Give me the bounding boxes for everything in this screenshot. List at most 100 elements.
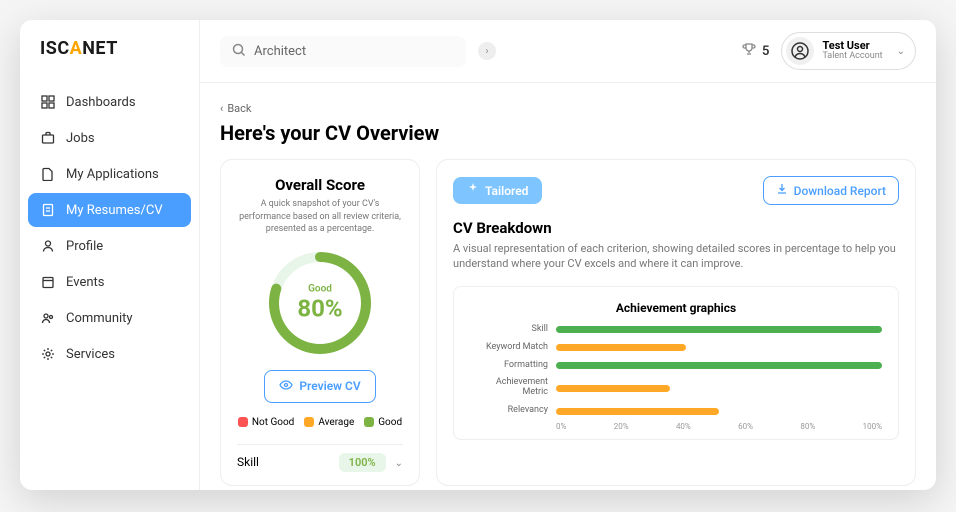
- logo: ISCANET: [20, 20, 199, 77]
- search-box[interactable]: [220, 36, 466, 67]
- briefcase-icon: [40, 130, 56, 146]
- chart-bar-fill: [556, 362, 882, 369]
- page-title: Here's your CV Overview: [220, 121, 916, 145]
- breakdown-title: CV Breakdown: [453, 219, 899, 237]
- points-badge[interactable]: 5: [742, 42, 769, 60]
- score-legend: Not Good Average Good: [237, 417, 403, 428]
- sidebar-item-label: Dashboards: [66, 95, 136, 110]
- axis-tick: 100%: [863, 422, 882, 431]
- score-gauge: Good 80%: [265, 248, 375, 358]
- gauge-pct: 80%: [297, 294, 342, 322]
- logo-accent: A: [70, 38, 83, 59]
- nav: Dashboards Jobs My Applications My Resum…: [20, 77, 199, 379]
- score-desc: A quick snapshot of your CV's performanc…: [237, 198, 403, 236]
- eye-icon: [279, 378, 293, 395]
- search-icon: [232, 42, 246, 61]
- sidebar-item-applications[interactable]: My Applications: [28, 157, 191, 191]
- breakdown-desc: A visual representation of each criterio…: [453, 241, 899, 272]
- legend-average: Average: [304, 417, 354, 428]
- app-window: ISCANET Dashboards Jobs My Applications …: [20, 20, 936, 490]
- axis-tick: 0%: [556, 422, 566, 431]
- user-info: Test User Talent Account: [822, 40, 882, 62]
- axis-tick: 60%: [738, 422, 753, 431]
- skill-label: Skill: [237, 455, 259, 469]
- document-icon: [40, 202, 56, 218]
- skill-expand-row[interactable]: Skill 100% ⌄: [237, 444, 403, 469]
- gauge-label: Good: [297, 283, 342, 294]
- user-role: Talent Account: [822, 52, 882, 62]
- chart-bar-row: Relevancy: [470, 406, 882, 416]
- user-icon: [40, 238, 56, 254]
- sidebar-item-label: My Applications: [66, 167, 159, 182]
- chart-bar-fill: [556, 385, 670, 392]
- preview-cv-button[interactable]: Preview CV: [264, 370, 375, 403]
- grid-icon: [40, 94, 56, 110]
- gear-icon: [40, 346, 56, 362]
- search-input[interactable]: [254, 44, 454, 59]
- panels: Overall Score A quick snapshot of your C…: [220, 159, 916, 486]
- chart-bar-label: Relevancy: [470, 406, 548, 416]
- sidebar-item-label: My Resumes/CV: [66, 203, 163, 218]
- logo-text-2: NET: [82, 38, 118, 59]
- sidebar-item-label: Events: [66, 275, 104, 290]
- sidebar: ISCANET Dashboards Jobs My Applications …: [20, 20, 200, 490]
- breakdown-chart: Achievement graphics Skill Keyword Match F…: [453, 286, 899, 440]
- chart-bar-label: Keyword Match: [470, 343, 548, 353]
- download-icon: [776, 183, 788, 198]
- axis-tick: 40%: [676, 422, 691, 431]
- chart-bar-label: Formatting: [470, 361, 548, 371]
- sparkle-icon: [467, 183, 479, 198]
- tailored-pill[interactable]: Tailored: [453, 177, 542, 204]
- clear-search-button[interactable]: ›: [478, 42, 496, 60]
- sidebar-item-label: Profile: [66, 239, 103, 254]
- axis-tick: 20%: [614, 422, 629, 431]
- chart-bar-fill: [556, 344, 686, 351]
- main: › 5 Test User Talent Account ⌄ ‹: [200, 20, 936, 490]
- chart-bar-row: Skill: [470, 325, 882, 335]
- skill-pct: 100%: [339, 453, 386, 472]
- trophy-icon: [742, 42, 756, 60]
- overall-score-card: Overall Score A quick snapshot of your C…: [220, 159, 420, 486]
- sidebar-item-resumes[interactable]: My Resumes/CV: [28, 193, 191, 227]
- chevron-left-icon: ‹: [220, 102, 223, 115]
- sidebar-item-community[interactable]: Community: [28, 301, 191, 335]
- axis-tick: 80%: [800, 422, 815, 431]
- chart-bar-label: Achievement Metric: [470, 378, 548, 398]
- user-menu[interactable]: Test User Talent Account ⌄: [781, 32, 916, 70]
- users-icon: [40, 310, 56, 326]
- sidebar-item-label: Jobs: [66, 131, 95, 146]
- legend-not-good: Not Good: [238, 417, 294, 428]
- sidebar-item-profile[interactable]: Profile: [28, 229, 191, 263]
- sidebar-item-jobs[interactable]: Jobs: [28, 121, 191, 155]
- chart-title: Achievement graphics: [470, 301, 882, 315]
- calendar-icon: [40, 274, 56, 290]
- tailored-label: Tailored: [485, 184, 528, 198]
- score-title: Overall Score: [237, 176, 403, 194]
- chart-bar-row: Keyword Match: [470, 343, 882, 353]
- download-label: Download Report: [794, 184, 886, 198]
- back-label: Back: [227, 102, 251, 115]
- chart-bar-row: Formatting: [470, 361, 882, 371]
- legend-good: Good: [364, 417, 402, 428]
- chart-bar-fill: [556, 326, 882, 333]
- sidebar-item-dashboards[interactable]: Dashboards: [28, 85, 191, 119]
- sidebar-item-label: Community: [66, 311, 133, 326]
- back-link[interactable]: ‹ Back: [220, 102, 251, 115]
- file-icon: [40, 166, 56, 182]
- chart-bar-fill: [556, 408, 719, 415]
- logo-text: ISC: [40, 38, 70, 59]
- sidebar-item-services[interactable]: Services: [28, 337, 191, 371]
- chevron-right-icon: ›: [485, 46, 488, 57]
- content: ‹ Back Here's your CV Overview Overall S…: [200, 83, 936, 490]
- chart-bar-row: Achievement Metric: [470, 378, 882, 398]
- download-report-button[interactable]: Download Report: [763, 176, 899, 205]
- chevron-down-icon: ⌄: [395, 458, 403, 469]
- avatar: [786, 37, 814, 65]
- preview-btn-label: Preview CV: [299, 379, 360, 393]
- sidebar-item-events[interactable]: Events: [28, 265, 191, 299]
- breakdown-card: Tailored Download Report CV Breakdown A …: [436, 159, 916, 486]
- points-value: 5: [762, 44, 769, 59]
- topbar: › 5 Test User Talent Account ⌄: [200, 20, 936, 83]
- chevron-down-icon: ⌄: [897, 46, 905, 57]
- sidebar-item-label: Services: [66, 347, 115, 362]
